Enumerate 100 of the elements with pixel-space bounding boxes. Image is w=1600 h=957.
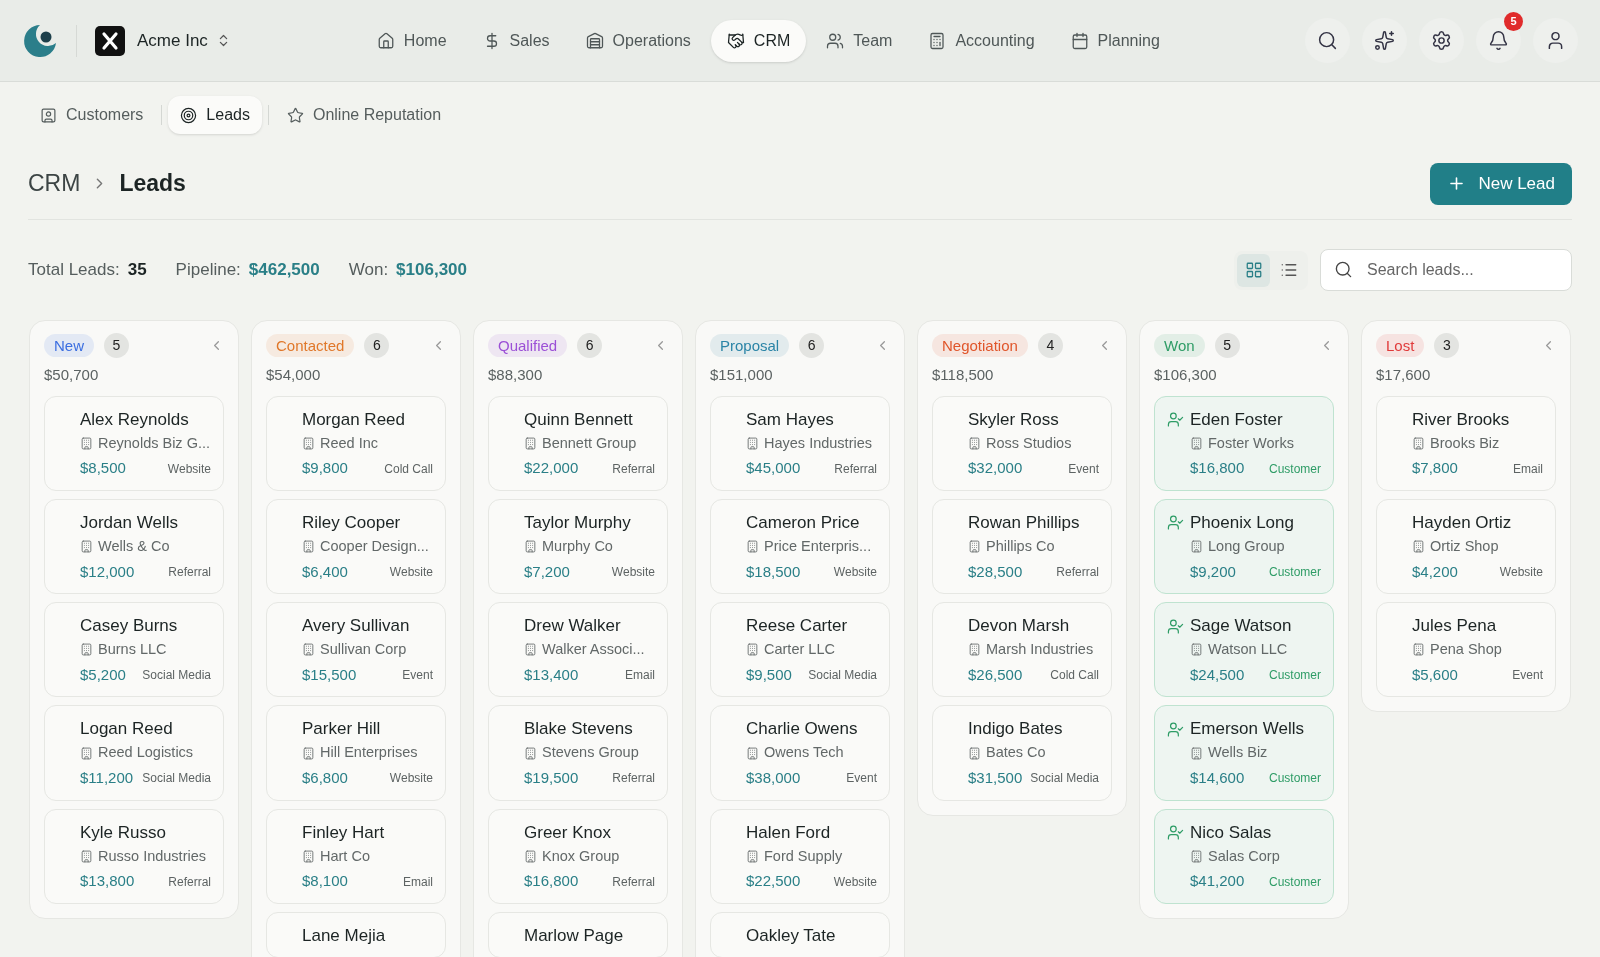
- stage-total: $118,500: [932, 365, 995, 385]
- lead-card[interactable]: Morgan Reed Reed Inc $9,800 Cold Call: [266, 395, 446, 491]
- lead-card[interactable]: Jordan Wells Wells & Co $12,000 Referral: [44, 498, 224, 594]
- lead-source: Customer: [1269, 873, 1321, 891]
- stage-total: $88,300: [488, 365, 544, 385]
- nav-tab[interactable]: Team: [810, 19, 909, 62]
- lead-source: Website: [389, 563, 433, 581]
- building-icon: [302, 436, 315, 450]
- house-icon: [376, 31, 395, 50]
- stage-count: 5: [1214, 333, 1240, 358]
- lead-card[interactable]: Indigo Bates Bates Co $31,500 Social Media: [932, 705, 1112, 801]
- building-icon: [80, 746, 93, 760]
- lead-source: Referral: [612, 770, 655, 788]
- lead-value: $9,800: [302, 458, 348, 479]
- notifications-button[interactable]: [1476, 18, 1521, 63]
- lead-source: Website: [833, 563, 877, 581]
- lead-name: Marlow Page: [524, 924, 624, 947]
- lead-card[interactable]: River Brooks Brooks Biz $7,800 Email: [1376, 395, 1556, 491]
- lead-source: Event: [846, 770, 877, 788]
- logo-icon[interactable]: [22, 22, 58, 59]
- lead-card[interactable]: Emerson Wells Wells Biz $14,600 Customer: [1154, 705, 1334, 801]
- grid-view-button[interactable]: [1237, 253, 1270, 287]
- lead-card[interactable]: Sam Hayes Hayes Industries $45,000 Referral: [710, 395, 890, 491]
- company-name: Phillips Co: [986, 536, 1055, 556]
- lead-card[interactable]: Charlie Owens Owens Tech $38,000 Event: [710, 705, 890, 801]
- lead-card[interactable]: Kyle Russo Russo Industries $13,800 Referral: [44, 808, 224, 904]
- company-logo-icon: [95, 25, 125, 56]
- lead-card[interactable]: Reese Carter Carter LLC $9,500 Social Media: [710, 602, 890, 698]
- lead-card[interactable]: Devon Marsh Marsh Industries $26,500 Cold Call: [932, 602, 1112, 698]
- page-title: Leads: [119, 169, 186, 199]
- lead-card[interactable]: Quinn Bennett Bennett Group $22,000 Referral: [488, 395, 668, 491]
- lead-value: $16,800: [524, 871, 579, 892]
- bell-icon: [1488, 30, 1509, 51]
- lead-card[interactable]: Avery Sullivan Sullivan Corp $15,500 Event: [266, 602, 446, 698]
- lead-card[interactable]: Drew Walker Walker Associ... $13,400 Email: [488, 602, 668, 698]
- lead-card[interactable]: Rowan Phillips Phillips Co $28,500 Referral: [932, 498, 1112, 594]
- new-lead-button[interactable]: New Lead: [1430, 162, 1572, 205]
- lead-value: $4,200: [1412, 561, 1458, 582]
- lead-value: $38,000: [746, 768, 801, 788]
- nav-tab[interactable]: Sales: [466, 19, 566, 62]
- lead-name: Kyle Russo: [80, 821, 166, 844]
- lead-card[interactable]: Casey Burns Burns LLC $5,200 Social Media: [44, 602, 224, 698]
- lead-card[interactable]: Taylor Murphy Murphy Co $7,200 Website: [488, 498, 668, 594]
- nav-tab[interactable]: Accounting: [912, 19, 1051, 62]
- lead-card[interactable]: Sage Watson Watson LLC $24,500 Customer: [1154, 602, 1334, 698]
- lead-name: Jules Pena: [1412, 615, 1497, 637]
- lead-card[interactable]: Lane Mejia: [266, 911, 446, 957]
- company-name: Burns LLC: [98, 640, 167, 659]
- subnav-tab[interactable]: Leads: [168, 96, 262, 134]
- user-check-icon: [1167, 824, 1184, 841]
- stage-total: $17,600: [1376, 365, 1432, 385]
- building-icon: [80, 436, 93, 450]
- search-field[interactable]: Search leads...: [1320, 249, 1572, 291]
- lead-value: $11,200: [80, 768, 134, 788]
- lead-card[interactable]: Blake Stevens Stevens Group $19,500 Referral: [488, 705, 668, 801]
- lead-card[interactable]: Finley Hart Hart Co $8,100 Email: [266, 808, 446, 904]
- building-icon: [524, 540, 537, 554]
- lead-source: Referral: [168, 563, 211, 581]
- ai-button[interactable]: [1362, 18, 1407, 63]
- org-switcher[interactable]: Acme Inc: [137, 27, 231, 54]
- lead-card[interactable]: Logan Reed Reed Logistics $11,200 Social Media: [44, 705, 224, 801]
- nav-tab[interactable]: Home: [360, 19, 463, 62]
- nav-tab[interactable]: Operations: [569, 19, 707, 62]
- lead-card[interactable]: Hayden Ortiz Ortiz Shop $4,200 Website: [1376, 498, 1556, 594]
- warehouse-icon: [585, 31, 604, 50]
- lead-source: Referral: [168, 873, 211, 891]
- lead-source: Event: [1512, 667, 1543, 684]
- lead-card[interactable]: Halen Ford Ford Supply $22,500 Website: [710, 808, 890, 904]
- lead-card[interactable]: Marlow Page: [488, 911, 668, 957]
- company-name: Wells Biz: [1208, 743, 1268, 763]
- settings-button[interactable]: [1419, 18, 1464, 63]
- subnav-tab[interactable]: Customers: [28, 96, 156, 134]
- subnav-tab[interactable]: Online Reputation: [274, 96, 454, 134]
- lead-card[interactable]: Eden Foster Foster Works $16,800 Customer: [1154, 395, 1334, 491]
- company-name: Foster Works: [1208, 433, 1294, 453]
- nav-tab[interactable]: Planning: [1054, 19, 1176, 62]
- lead-card[interactable]: Alex Reynolds Reynolds Biz G... $8,500 Website: [44, 395, 224, 491]
- lead-card[interactable]: Nico Salas Salas Corp $41,200 Customer: [1154, 808, 1334, 904]
- handshake-icon: [726, 31, 745, 50]
- lead-card[interactable]: Oakley Tate: [710, 911, 890, 957]
- breadcrumb-link[interactable]: CRM: [28, 166, 81, 201]
- lead-name: Cameron Price: [746, 511, 860, 534]
- lead-card[interactable]: Phoenix Long Long Group $9,200 Customer: [1154, 498, 1334, 594]
- profile-button[interactable]: [1533, 18, 1578, 63]
- lead-card[interactable]: Cameron Price Price Enterpris... $18,500 Website: [710, 498, 890, 594]
- lead-card[interactable]: Skyler Ross Ross Studios $32,000 Event: [932, 395, 1112, 491]
- lead-card[interactable]: Riley Cooper Cooper Design... $6,400 Website: [266, 498, 446, 594]
- lead-card[interactable]: Greer Knox Knox Group $16,800 Referral: [488, 808, 668, 904]
- lead-name: Greer Knox: [524, 821, 611, 844]
- stat-value: 35: [127, 259, 147, 282]
- lead-source: Website: [167, 460, 211, 478]
- company-name: Cooper Design...: [320, 536, 429, 556]
- lead-value: $22,000: [524, 458, 579, 479]
- lead-name: Lane Mejia: [302, 924, 386, 947]
- search-button[interactable]: [1305, 18, 1350, 63]
- nav-tab[interactable]: CRM: [710, 19, 807, 62]
- lead-card[interactable]: Jules Pena Pena Shop $5,600 Event: [1376, 602, 1556, 698]
- lead-name: Blake Stevens: [524, 718, 633, 741]
- lead-source: Social Media: [1030, 770, 1099, 788]
- lead-card[interactable]: Parker Hill Hill Enterprises $6,800 Website: [266, 705, 446, 801]
